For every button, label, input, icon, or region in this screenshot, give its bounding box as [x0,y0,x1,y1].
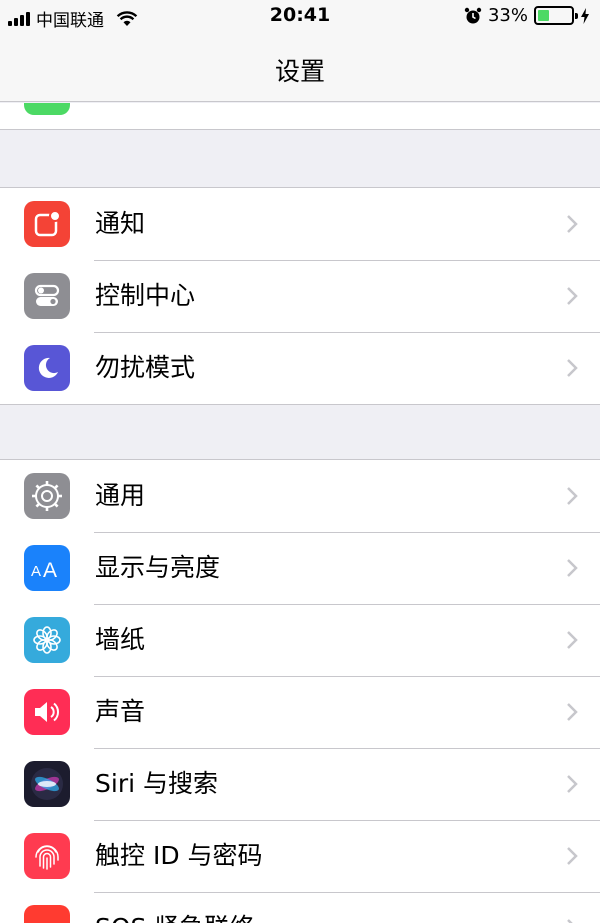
settings-row-do-not-disturb[interactable]: 勿扰模式 [0,332,600,404]
charging-icon [581,7,589,24]
chevron-right-icon [567,919,573,923]
settings-row-label: 控制中心 [95,281,196,310]
settings-row-label: 声音 [95,697,146,726]
settings-row-general[interactable]: 通用 [0,460,600,532]
fingerprint-icon [24,833,70,879]
chevron-right-icon [567,703,578,721]
chevron-right-icon [567,215,578,233]
settings-row-siri-search[interactable]: Siri 与搜索 [0,748,600,820]
chevron-right-icon [567,847,578,865]
status-right: 33% [464,5,590,26]
chevron-right-icon [567,359,578,377]
sound-icon [24,689,70,735]
page-title: 设置 [274,57,325,86]
svg-text:A: A [31,563,41,580]
chevron-right-icon [567,559,578,577]
settings-row-wallpaper[interactable]: 墙纸 [0,604,600,676]
chevron-right-icon [567,487,578,505]
settings-group-notifications: 通知 控制中心 勿扰模式 [0,187,600,405]
battery-level-fill [538,10,549,21]
chevron-right-icon [567,775,578,793]
navigation-bar: 设置 [0,34,600,102]
battery-icon [534,6,578,25]
settings-row-emergency-sos[interactable]: SOS SOS 紧急联络 [0,892,600,923]
partially-hidden-row[interactable] [0,103,600,130]
settings-row-notifications[interactable]: 通知 [0,188,600,260]
status-bar: 中国联通 20:41 33% [0,0,600,34]
chevron-right-icon [567,287,578,305]
alarm-icon [464,7,482,23]
settings-row-label: 通用 [95,481,146,510]
svg-text:A: A [43,559,57,581]
notifications-icon [24,201,70,247]
settings-row-control-center[interactable]: 控制中心 [0,260,600,332]
moon-icon [24,345,70,391]
display-icon: A A [24,545,70,591]
chevron-right-icon [567,631,578,649]
settings-group-general: 通用 A A 显示与亮度 墙纸 声音 Siri 与搜索 触控 ID 与密码 [0,459,600,923]
gear-icon [24,473,70,519]
partial-row-icon [24,103,70,115]
wallpaper-icon [24,617,70,663]
battery-percent: 33% [487,5,528,26]
settings-row-label: 触控 ID 与密码 [95,841,263,870]
sos-icon: SOS [24,905,70,923]
settings-row-label: SOS 紧急联络 [95,892,254,923]
settings-row-touch-id-passcode[interactable]: 触控 ID 与密码 [0,820,600,892]
settings-row-label: 显示与亮度 [95,553,221,582]
settings-row-label: Siri 与搜索 [95,769,218,798]
settings-row-display-brightness[interactable]: A A 显示与亮度 [0,532,600,604]
siri-icon [24,761,70,807]
settings-row-label: 通知 [95,209,146,238]
settings-row-sounds[interactable]: 声音 [0,676,600,748]
settings-row-label: 勿扰模式 [95,353,196,382]
settings-row-label: 墙纸 [95,625,146,654]
control-center-icon [24,273,70,319]
